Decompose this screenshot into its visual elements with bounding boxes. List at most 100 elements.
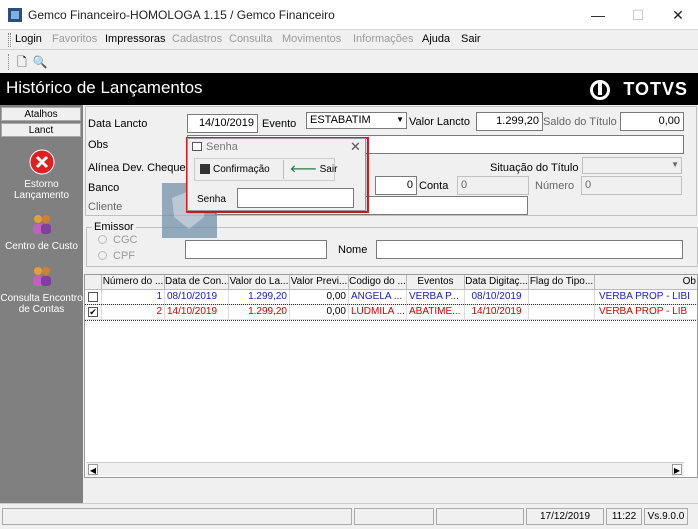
status-bar: 17/12/2019 11:22 Vs.9.0.0	[0, 503, 698, 529]
situacao-label: Situação do Título	[490, 162, 579, 174]
horizontal-scrollbar[interactable]: ◀ ▶	[86, 462, 684, 476]
status-cell	[354, 508, 434, 525]
cgc-radio[interactable]	[98, 235, 107, 244]
people-icon	[32, 267, 51, 286]
menu-login[interactable]: Login	[15, 33, 42, 45]
save-icon	[200, 164, 210, 175]
dialog-close-icon[interactable]: ✕	[350, 139, 361, 155]
page-title: Histórico de Lançamentos	[6, 78, 203, 97]
cpf-radio[interactable]	[98, 251, 107, 260]
table-cell: VERBA PROP - LIBI	[595, 290, 697, 305]
window-title: Gemco Financeiro-HOMOLOGA 1.15 / Gemco F…	[28, 8, 335, 22]
table-header[interactable]: Valor Previ...	[290, 275, 349, 290]
evento-select[interactable]: ESTABATIM ▼	[306, 112, 407, 129]
table-cell: 08/10/2019	[165, 290, 229, 305]
menu-bar: Login Favoritos Impressoras Cadastros Co…	[0, 30, 698, 50]
chevron-down-icon: ▼	[396, 115, 404, 124]
table-cell: ANGELA ...	[349, 290, 407, 305]
status-time: 11:22	[606, 508, 642, 525]
maximize-button[interactable]: ☐	[618, 0, 658, 30]
menu-favoritos[interactable]: Favoritos	[52, 33, 97, 45]
data-lancto-field[interactable]: 14/10/2019	[187, 114, 258, 133]
totvs-logo-icon	[590, 80, 610, 100]
minimize-button[interactable]: —	[578, 0, 618, 30]
menu-impressoras[interactable]: Impressoras	[105, 33, 166, 45]
table-header[interactable]: Data de Con...	[165, 275, 229, 290]
senha-field[interactable]	[237, 188, 354, 208]
title-bar: Gemco Financeiro-HOMOLOGA 1.15 / Gemco F…	[0, 0, 698, 30]
emissor-label: Emissor	[92, 221, 136, 233]
nome-label: Nome	[338, 244, 368, 256]
table-header[interactable]: Número do ...	[102, 275, 165, 290]
table-cell	[529, 305, 595, 320]
evento-label: Evento	[262, 118, 297, 130]
cgc-label: CGC	[113, 234, 138, 246]
new-document-icon[interactable]: 🗋	[13, 53, 31, 71]
estorno-label: Estorno Lançamento	[13, 179, 70, 201]
cpf-label: CPF	[113, 250, 135, 262]
table-row[interactable]: 1 08/10/2019 1.299,20 0,00 ANGELA ... VE…	[85, 290, 697, 305]
table-cell: VERBA P...	[407, 290, 465, 305]
menu-cadastros[interactable]: Cadastros	[172, 33, 222, 45]
status-version: Vs.9.0.0	[644, 508, 688, 525]
conta-field[interactable]: 0	[457, 176, 529, 195]
row-checkbox[interactable]	[88, 292, 98, 302]
scroll-right-icon[interactable]: ▶	[672, 464, 682, 475]
menu-movimentos[interactable]: Movimentos	[282, 33, 341, 45]
table-cell: 2	[102, 305, 165, 320]
table-header[interactable]: Eventos	[407, 275, 465, 290]
menu-sair[interactable]: Sair	[461, 33, 481, 45]
consulta-encontro-label: Consulta Encontro de Contas	[0, 293, 83, 315]
confirmacao-button[interactable]: Confirmação	[200, 160, 270, 179]
search-document-icon[interactable]: 🔍	[31, 53, 49, 71]
saldo-label: Saldo do Título	[543, 116, 617, 128]
menu-ajuda[interactable]: Ajuda	[422, 33, 450, 45]
side-panel: Atalhos Lanct Estorno Lançamento Centro …	[0, 105, 83, 505]
centro-custo-label: Centro de Custo	[5, 241, 78, 252]
cliente-label: Cliente	[88, 201, 123, 213]
senha-label: Senha	[197, 194, 226, 205]
numero-field[interactable]: 0	[581, 176, 682, 195]
numero-label: Número	[535, 180, 575, 192]
page-header: Histórico de Lançamentos TOTVS	[0, 73, 698, 105]
password-dialog: Senha ✕ Confirmação 🡐 Sair Senha	[187, 138, 366, 211]
cancel-icon	[29, 149, 54, 175]
emissor-document-field[interactable]	[185, 240, 327, 259]
menu-consulta[interactable]: Consulta	[229, 33, 272, 45]
banco-field[interactable]: 0	[375, 176, 417, 195]
table-cell	[529, 290, 595, 305]
table-header[interactable]: Ob	[595, 275, 697, 290]
toolbar: 🗋 🔍	[0, 51, 698, 73]
valor-label: Valor Lancto	[409, 116, 470, 128]
valor-field[interactable]: 1.299,20	[476, 112, 543, 131]
menu-informacoes[interactable]: Informações	[353, 33, 414, 45]
confirmacao-label: Confirmação	[213, 164, 270, 175]
nome-field[interactable]	[376, 240, 683, 259]
consulta-encontro-button[interactable]: Consulta Encontro de Contas	[0, 263, 83, 315]
data-lancto-label: Data Lancto	[88, 118, 148, 130]
chevron-down-icon: ▼	[671, 160, 679, 169]
tab-lanct[interactable]: Lanct	[1, 123, 81, 137]
table-header[interactable]: Codigo do ...	[349, 275, 407, 290]
evento-value: ESTABATIM	[310, 114, 371, 126]
close-window-button[interactable]: ✕	[658, 0, 698, 30]
row-checkbox[interactable]: ✔	[88, 307, 98, 317]
people-icon	[32, 215, 51, 234]
situacao-select[interactable]: ▼	[582, 157, 682, 174]
saldo-field[interactable]: 0,00	[620, 112, 684, 131]
table-row[interactable]: ✔ 2 14/10/2019 1.299,20 0,00 LUDMILA ...…	[85, 304, 697, 321]
status-date: 17/12/2019	[526, 508, 604, 525]
table-header[interactable]: Valor do La...	[229, 275, 290, 290]
estorno-button[interactable]: Estorno Lançamento	[0, 149, 83, 201]
dialog-window-icon	[192, 142, 202, 151]
centro-custo-button[interactable]: Centro de Custo	[0, 211, 83, 252]
scroll-left-icon[interactable]: ◀	[88, 464, 98, 475]
table-header[interactable]: Data Digitaç...	[465, 275, 529, 290]
toolbar-grip	[8, 54, 11, 70]
table-header-check	[85, 275, 102, 290]
tab-atalhos[interactable]: Atalhos	[1, 107, 81, 121]
table-cell: 14/10/2019	[465, 305, 529, 320]
dialog-title: Senha	[206, 141, 238, 153]
table-header[interactable]: Flag do Tipo...	[529, 275, 595, 290]
sair-button[interactable]: 🡐 Sair	[283, 160, 337, 179]
